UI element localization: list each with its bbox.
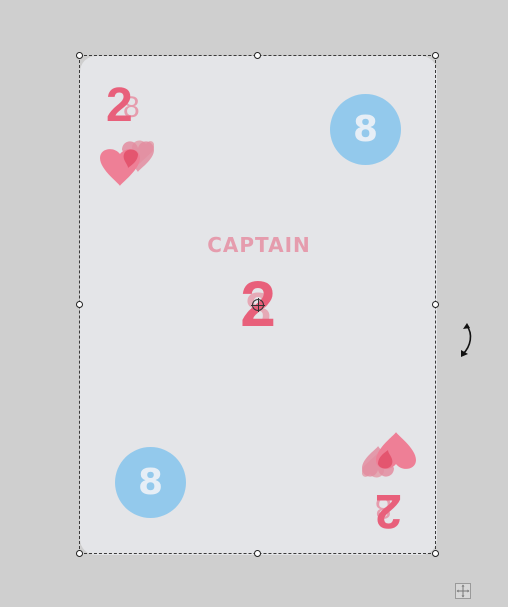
heart-icon: [362, 432, 416, 478]
resize-handle-left[interactable]: [76, 301, 83, 308]
resize-handle-bottom-left[interactable]: [76, 550, 83, 557]
move-icon[interactable]: [455, 583, 471, 599]
heart-icon: [100, 140, 154, 186]
resize-handle-bottom-right[interactable]: [432, 550, 439, 557]
corner-rank-secondary-bottom-right: 8: [375, 491, 392, 524]
crosshair-icon[interactable]: [251, 298, 265, 312]
corner-rank-secondary-top-left: 8: [123, 91, 140, 124]
value-badge-top-text: 8: [352, 108, 379, 150]
rotate-icon[interactable]: [455, 322, 475, 358]
value-badge-top: 8: [330, 94, 401, 165]
resize-handle-right[interactable]: [432, 301, 439, 308]
card-title: CAPTAIN: [207, 233, 311, 257]
resize-handle-top[interactable]: [254, 52, 261, 59]
canvas: 2 8 8 CAPTAIN 2 8 8 2 8: [0, 0, 508, 607]
resize-handle-top-left[interactable]: [76, 52, 83, 59]
value-badge-bottom: 8: [115, 447, 186, 518]
value-badge-bottom-text: 8: [137, 461, 164, 503]
resize-handle-top-right[interactable]: [432, 52, 439, 59]
resize-handle-bottom[interactable]: [254, 550, 261, 557]
